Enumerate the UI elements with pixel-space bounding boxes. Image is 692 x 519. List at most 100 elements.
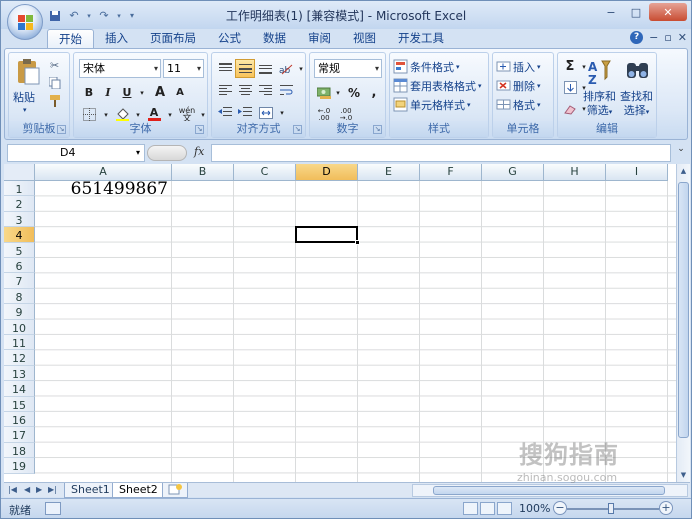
select-all-button[interactable] bbox=[4, 164, 35, 181]
tab-review[interactable]: 审阅 bbox=[297, 29, 342, 49]
font-name-select[interactable]: 宋体 ▾ bbox=[79, 59, 161, 78]
align-left-icon[interactable] bbox=[215, 81, 235, 100]
ribbon-minimize-button[interactable]: − bbox=[649, 31, 658, 44]
row-header-18[interactable]: 18 bbox=[4, 442, 35, 459]
row-header-2[interactable]: 2 bbox=[4, 196, 35, 212]
normal-view-icon[interactable] bbox=[463, 502, 478, 515]
cut-icon[interactable]: ✂ bbox=[50, 59, 59, 72]
formula-bar-resize-handle[interactable] bbox=[147, 145, 187, 161]
paste-dropdown-icon[interactable]: ▾ bbox=[23, 106, 27, 114]
align-middle-icon[interactable] bbox=[235, 59, 255, 78]
conditional-formatting-button[interactable]: 条件格式 ▾ bbox=[393, 57, 460, 76]
align-center-icon[interactable] bbox=[235, 81, 255, 100]
increase-indent-icon[interactable] bbox=[235, 103, 255, 122]
column-header-b[interactable]: B bbox=[172, 164, 234, 181]
page-layout-view-icon[interactable] bbox=[480, 502, 495, 515]
orientation-dropdown-icon[interactable]: ▾ bbox=[291, 59, 311, 78]
find-select-button[interactable]: 查找和 选择▾ bbox=[620, 90, 653, 119]
name-box[interactable]: D4 ▾ bbox=[7, 144, 145, 162]
vertical-scroll-thumb[interactable] bbox=[678, 182, 689, 438]
row-header-3[interactable]: 3 bbox=[4, 211, 35, 228]
row-header-16[interactable]: 16 bbox=[4, 412, 35, 428]
number-format-select[interactable]: 常规 ▾ bbox=[314, 59, 382, 78]
alignment-launcher-icon[interactable]: ↘ bbox=[293, 125, 302, 134]
active-cell-d4[interactable] bbox=[295, 226, 360, 245]
tab-view[interactable]: 视图 bbox=[342, 29, 387, 49]
zoom-in-icon[interactable]: + bbox=[659, 501, 673, 515]
prev-sheet-icon[interactable]: ◀ bbox=[24, 483, 30, 497]
row-header-9[interactable]: 9 bbox=[4, 304, 35, 320]
paste-button[interactable] bbox=[15, 57, 41, 93]
column-header-h[interactable]: H bbox=[544, 164, 606, 181]
tab-insert[interactable]: 插入 bbox=[94, 29, 139, 49]
font-size-select[interactable]: 11 ▾ bbox=[163, 59, 204, 78]
scroll-down-icon[interactable]: ▼ bbox=[677, 468, 690, 482]
horizontal-scrollbar[interactable] bbox=[412, 484, 688, 497]
sort-filter-button[interactable]: 排序和 筛选▾ bbox=[583, 90, 616, 119]
insert-function-button[interactable]: fx bbox=[194, 145, 204, 158]
decrease-indent-icon[interactable] bbox=[215, 103, 235, 122]
row-header-8[interactable]: 8 bbox=[4, 288, 35, 305]
insert-cells-button[interactable]: 插入 ▾ bbox=[496, 57, 541, 76]
cell-styles-button[interactable]: 单元格样式 ▾ bbox=[393, 95, 471, 114]
row-header-14[interactable]: 14 bbox=[4, 381, 35, 397]
row-header-12[interactable]: 12 bbox=[4, 350, 35, 366]
align-top-icon[interactable] bbox=[215, 59, 235, 78]
row-header-19[interactable]: 19 bbox=[4, 458, 35, 474]
clipboard-launcher-icon[interactable]: ↘ bbox=[57, 125, 66, 134]
zoom-out-icon[interactable]: − bbox=[553, 501, 567, 515]
close-button[interactable]: ✕ bbox=[649, 3, 687, 21]
row-header-4[interactable]: 4 bbox=[4, 227, 35, 243]
sheet-tab-sheet2[interactable]: Sheet2 bbox=[112, 483, 165, 498]
column-header-i[interactable]: I bbox=[606, 164, 668, 181]
office-button[interactable] bbox=[7, 4, 43, 40]
fill-handle[interactable] bbox=[355, 239, 360, 245]
row-header-10[interactable]: 10 bbox=[4, 319, 35, 335]
tab-page-layout[interactable]: 页面布局 bbox=[139, 29, 207, 49]
next-sheet-icon[interactable]: ▶ bbox=[36, 483, 42, 497]
row-header-17[interactable]: 17 bbox=[4, 427, 35, 443]
horizontal-scroll-thumb[interactable] bbox=[433, 486, 665, 495]
minimize-button[interactable]: − bbox=[599, 3, 623, 21]
wrap-text-icon[interactable] bbox=[276, 81, 296, 100]
macro-record-icon[interactable] bbox=[45, 502, 61, 515]
tab-developer[interactable]: 开发工具 bbox=[387, 29, 455, 49]
grow-font-button[interactable]: A bbox=[150, 83, 170, 102]
find-select-icon[interactable] bbox=[624, 57, 652, 87]
zoom-slider-knob[interactable] bbox=[608, 503, 614, 514]
tab-data[interactable]: 数据 bbox=[252, 29, 297, 49]
column-header-f[interactable]: F bbox=[420, 164, 482, 181]
column-header-c[interactable]: C bbox=[234, 164, 296, 181]
column-header-d[interactable]: D bbox=[296, 164, 358, 181]
expand-formula-bar-icon[interactable]: ⌄ bbox=[674, 144, 688, 162]
maximize-button[interactable]: □ bbox=[624, 3, 648, 21]
cell-a1[interactable]: 651499867 bbox=[35, 179, 168, 199]
ribbon-close-button[interactable]: ✕ bbox=[678, 31, 687, 44]
delete-cells-button[interactable]: 删除 ▾ bbox=[496, 76, 541, 95]
comma-button[interactable]: , bbox=[364, 83, 384, 102]
underline-dropdown-icon[interactable]: ▾ bbox=[132, 83, 152, 102]
row-header-7[interactable]: 7 bbox=[4, 273, 35, 289]
formula-input[interactable] bbox=[211, 144, 671, 162]
italic-button[interactable]: I bbox=[98, 83, 118, 102]
paste-label[interactable]: 粘贴 bbox=[13, 89, 35, 105]
scroll-up-icon[interactable]: ▲ bbox=[677, 164, 690, 178]
align-bottom-icon[interactable] bbox=[255, 59, 275, 78]
vertical-scrollbar[interactable]: ▲ ▼ bbox=[676, 164, 690, 482]
copy-icon[interactable] bbox=[48, 76, 61, 90]
column-header-e[interactable]: E bbox=[358, 164, 420, 181]
row-header-13[interactable]: 13 bbox=[4, 365, 35, 382]
sort-filter-icon[interactable]: AZ bbox=[588, 57, 618, 87]
help-icon[interactable]: ? bbox=[630, 31, 644, 44]
sheet-tab-sheet1[interactable]: Sheet1 bbox=[64, 483, 117, 498]
align-right-icon[interactable] bbox=[255, 81, 275, 100]
row-header-1[interactable]: 1 bbox=[4, 181, 35, 197]
row-header-15[interactable]: 15 bbox=[4, 396, 35, 412]
first-sheet-icon[interactable]: |◀ bbox=[8, 483, 17, 497]
page-break-view-icon[interactable] bbox=[497, 502, 512, 515]
zoom-level[interactable]: 100% bbox=[519, 502, 550, 515]
row-header-6[interactable]: 6 bbox=[4, 258, 35, 274]
shrink-font-button[interactable]: A bbox=[170, 83, 190, 102]
number-launcher-icon[interactable]: ↘ bbox=[373, 125, 382, 134]
last-sheet-icon[interactable]: ▶| bbox=[48, 483, 57, 497]
